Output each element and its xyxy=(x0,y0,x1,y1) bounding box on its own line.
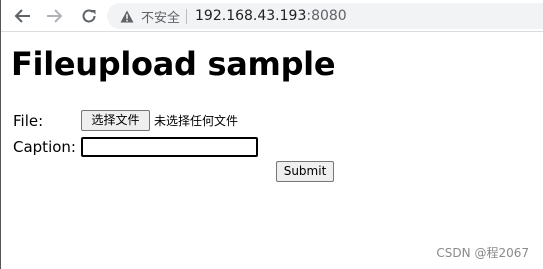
submit-button[interactable]: Submit xyxy=(276,161,334,182)
address-divider xyxy=(186,8,188,24)
url-port: :8080 xyxy=(306,8,347,24)
address-bar[interactable]: 不安全 192.168.43.193:8080 xyxy=(107,3,543,29)
forward-arrow-icon xyxy=(45,7,63,25)
page-title: Fileupload sample xyxy=(11,45,336,83)
back-button[interactable] xyxy=(13,6,33,26)
security-status-label[interactable]: 不安全 xyxy=(141,7,180,26)
caption-label: Caption: xyxy=(13,138,76,156)
choose-file-button[interactable]: 选择文件 xyxy=(81,110,150,131)
reload-icon xyxy=(80,7,98,25)
url-host: 192.168.43.193 xyxy=(195,8,307,24)
reload-button[interactable] xyxy=(79,6,99,26)
browser-toolbar: 不安全 192.168.43.193:8080 xyxy=(1,0,543,32)
file-label: File: xyxy=(13,112,44,130)
warning-icon[interactable] xyxy=(119,8,135,24)
no-file-selected-text: 未选择任何文件 xyxy=(154,114,239,128)
caption-input[interactable] xyxy=(81,137,258,157)
watermark-text: CSDN @程2067 xyxy=(436,246,529,260)
forward-button[interactable] xyxy=(44,6,64,26)
browser-window: 不安全 192.168.43.193:8080 Fileupload sampl… xyxy=(0,0,543,269)
back-arrow-icon xyxy=(14,7,32,25)
